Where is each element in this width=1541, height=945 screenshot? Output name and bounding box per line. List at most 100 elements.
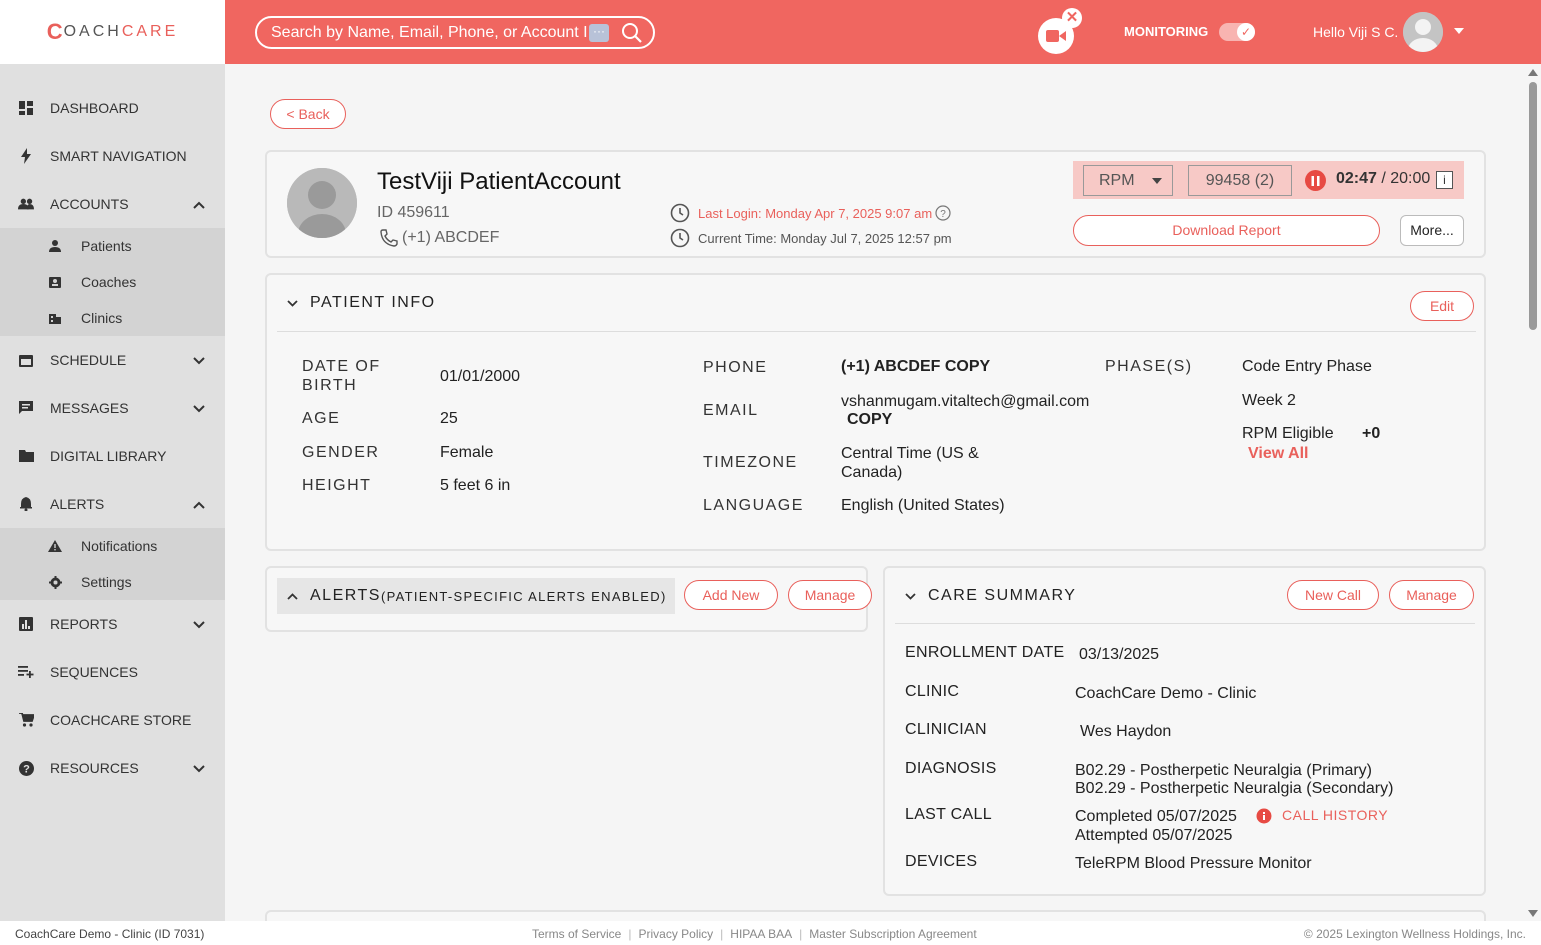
phone-icon — [379, 228, 399, 248]
patient-info-header[interactable]: PATIENT INFO — [287, 294, 436, 312]
scroll-down-arrow[interactable] — [1528, 910, 1538, 917]
user-greeting[interactable]: Hello Viji S C. — [1313, 24, 1398, 40]
sidebar-item-alerts[interactable]: ALERTS — [0, 480, 225, 528]
care-summary-header[interactable]: CARE SUMMARY — [905, 587, 1076, 605]
info-icon[interactable]: i — [1436, 171, 1453, 189]
manage-care-button[interactable]: Manage — [1389, 580, 1474, 610]
patient-avatar — [287, 168, 357, 238]
alerts-subtitle: (PATIENT-SPECIFIC ALERTS ENABLED) — [380, 588, 667, 604]
scrollbar[interactable] — [1525, 64, 1541, 921]
program-select[interactable]: RPM — [1083, 165, 1173, 196]
phase-3: RPM Eligible — [1242, 425, 1334, 442]
scroll-thumb[interactable] — [1529, 82, 1537, 330]
search-box[interactable]: ··· — [255, 16, 655, 49]
age-value: 25 — [440, 410, 458, 427]
bell-icon — [18, 496, 34, 512]
sidebar-item-sequences[interactable]: SEQUENCES — [0, 648, 225, 696]
call-history-link[interactable]: CALL HISTORY — [1282, 806, 1388, 825]
phone-number: (+1) ABCDEF — [841, 358, 941, 375]
copy-email-button[interactable]: COPY — [847, 410, 892, 429]
sidebar-item-label: Coaches — [81, 274, 137, 290]
sidebar-item-label: MESSAGES — [50, 400, 129, 416]
more-button[interactable]: More... — [1400, 215, 1464, 246]
timer-total: / 20:00 — [1376, 170, 1431, 187]
footer: CoachCare Demo - Clinic (ID 7031) Terms … — [0, 921, 1541, 945]
alerts-title: ALERTS — [310, 587, 381, 604]
patient-header-card: TestViji PatientAccount ID 459611 (+1) A… — [265, 150, 1486, 258]
person-icon — [48, 239, 62, 253]
age-label: AGE — [302, 410, 341, 427]
dashboard-icon — [18, 100, 34, 116]
alerts-card: ALERTS (PATIENT-SPECIFIC ALERTS ENABLED) … — [265, 566, 872, 632]
svg-text:?: ? — [940, 209, 946, 220]
devices-label: DEVICES — [905, 853, 978, 870]
sidebar-item-coachcare-store[interactable]: COACHCARE STORE — [0, 696, 225, 744]
help-circle-icon[interactable]: ? — [935, 205, 951, 221]
patient-id: ID 459611 — [377, 204, 450, 221]
height-label: HEIGHT — [302, 477, 372, 494]
sidebar-item-notifications[interactable]: Notifications — [0, 528, 225, 564]
download-report-button[interactable]: Download Report — [1073, 215, 1380, 246]
sidebar-item-reports[interactable]: REPORTS — [0, 600, 225, 648]
copy-phone-button[interactable]: COPY — [945, 358, 990, 375]
sidebar-item-label: DIGITAL LIBRARY — [50, 448, 167, 464]
last-call-completed: Completed 05/07/2025 — [1075, 808, 1237, 825]
logo-area[interactable]: C OACH CARE — [0, 0, 225, 64]
top-bar: ··· ✕ MONITORING ✓ Hello Viji S C. — [225, 0, 1541, 64]
alerts-header[interactable]: ALERTS (PATIENT-SPECIFIC ALERTS ENABLED) — [277, 578, 675, 614]
monitoring-toggle[interactable]: ✓ — [1219, 23, 1255, 41]
view-all-link[interactable]: View All — [1248, 444, 1308, 463]
cpt-code-select[interactable]: 99458 (2) — [1188, 165, 1292, 196]
folder-icon — [18, 448, 34, 464]
sidebar-item-coaches[interactable]: Coaches — [0, 264, 225, 300]
patient-phone: (+1) ABCDEF — [379, 228, 499, 248]
terms-link[interactable]: Terms of Service — [532, 927, 621, 941]
info-filled-icon[interactable] — [1256, 808, 1272, 824]
phase-2: Week 2 — [1242, 392, 1296, 409]
scroll-up-arrow[interactable] — [1528, 69, 1538, 76]
manage-alerts-button[interactable]: Manage — [788, 580, 872, 610]
search-icon[interactable] — [621, 22, 643, 47]
last-call-label: LAST CALL — [905, 806, 992, 823]
back-button[interactable]: < Back — [270, 99, 346, 129]
sidebar-item-smart-navigation[interactable]: SMART NAVIGATION — [0, 132, 225, 180]
pause-icon[interactable] — [1305, 170, 1326, 191]
dob-value: 01/01/2000 — [440, 368, 521, 385]
sidebar-item-clinics[interactable]: Clinics — [0, 300, 225, 336]
add-alert-button[interactable]: Add New — [684, 580, 778, 610]
chevron-down-icon[interactable] — [1453, 22, 1465, 38]
sidebar-item-resources[interactable]: ? RESOURCES — [0, 744, 225, 792]
new-call-button[interactable]: New Call — [1287, 580, 1379, 610]
diagnosis-label: DIAGNOSIS — [905, 760, 997, 777]
sidebar-item-patients[interactable]: Patients — [0, 228, 225, 264]
hipaa-baa-link[interactable]: HIPAA BAA — [730, 927, 792, 941]
subscription-agreement-link[interactable]: Master Subscription Agreement — [809, 927, 976, 941]
sidebar-item-schedule[interactable]: SCHEDULE — [0, 336, 225, 384]
phase-1: Code Entry Phase — [1242, 358, 1372, 375]
video-call-button[interactable]: ✕ — [1038, 8, 1082, 54]
sidebar-item-digital-library[interactable]: DIGITAL LIBRARY — [0, 432, 225, 480]
sidebar-item-messages[interactable]: MESSAGES — [0, 384, 225, 432]
chevron-down-icon — [905, 592, 916, 600]
dob-label: DATE OF BIRTH — [302, 358, 381, 394]
logo-c: C — [46, 19, 63, 44]
coachcare-logo: C OACH CARE — [47, 19, 179, 45]
phone-value: (+1) ABCDEF COPY — [841, 357, 990, 376]
sidebar-item-settings[interactable]: Settings — [0, 564, 225, 600]
rpm-timer-panel: RPM 99458 (2) 02:47 / 20:00 i — [1073, 161, 1464, 199]
sidebar-item-accounts[interactable]: ACCOUNTS — [0, 180, 225, 228]
chevron-up-icon — [193, 496, 205, 512]
current-time-text: Current Time: Monday Jul 7, 2025 12:57 p… — [698, 230, 952, 246]
close-icon[interactable]: ✕ — [1062, 8, 1082, 28]
search-input[interactable] — [271, 23, 587, 42]
sidebar-item-dashboard[interactable]: DASHBOARD — [0, 84, 225, 132]
language-value: English (United States) — [841, 497, 1005, 514]
help-icon: ? — [18, 760, 34, 776]
sidebar-item-label: SEQUENCES — [50, 664, 138, 680]
user-avatar[interactable] — [1403, 12, 1443, 52]
privacy-link[interactable]: Privacy Policy — [638, 927, 713, 941]
enrollment-value: 03/13/2025 — [1079, 646, 1160, 663]
more-dots-icon[interactable]: ··· — [589, 23, 609, 42]
edit-button[interactable]: Edit — [1410, 291, 1474, 321]
playlist-add-icon — [18, 664, 34, 680]
